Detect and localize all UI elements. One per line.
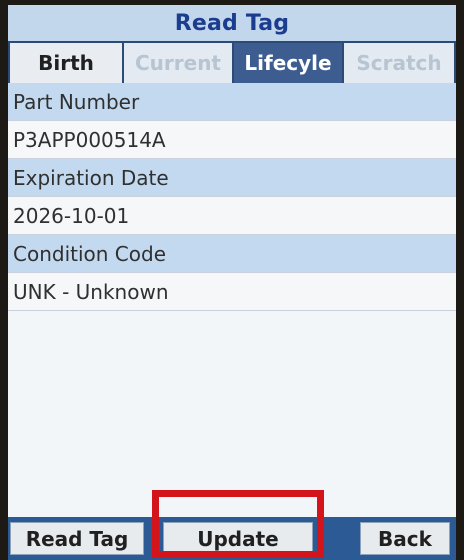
tab-bar: Birth Current Lifecyle Scratch [8, 41, 456, 83]
page-title: Read Tag [174, 10, 290, 36]
device-screen: Read Tag Birth Current Lifecyle Scratch … [8, 5, 456, 560]
footer-button-bar: Read Tag Update Back [8, 517, 456, 560]
condition-code-value[interactable]: UNK - Unknown [8, 273, 456, 311]
tab-scratch[interactable]: Scratch [344, 43, 454, 83]
title-bar: Read Tag [8, 5, 456, 41]
tab-current[interactable]: Current [124, 43, 232, 83]
part-number-label: Part Number [8, 83, 456, 121]
read-tag-button[interactable]: Read Tag [10, 522, 144, 555]
part-number-value[interactable]: P3APP000514A [8, 121, 456, 159]
back-button[interactable]: Back [360, 522, 450, 555]
condition-code-label: Condition Code [8, 235, 456, 273]
tag-fields: Part Number P3APP000514A Expiration Date… [8, 83, 456, 311]
expiration-date-value[interactable]: 2026-10-01 [8, 197, 456, 235]
tab-lifecycle[interactable]: Lifecyle [234, 43, 342, 83]
tab-birth[interactable]: Birth [10, 43, 122, 83]
expiration-date-label: Expiration Date [8, 159, 456, 197]
update-button[interactable]: Update [163, 522, 313, 555]
